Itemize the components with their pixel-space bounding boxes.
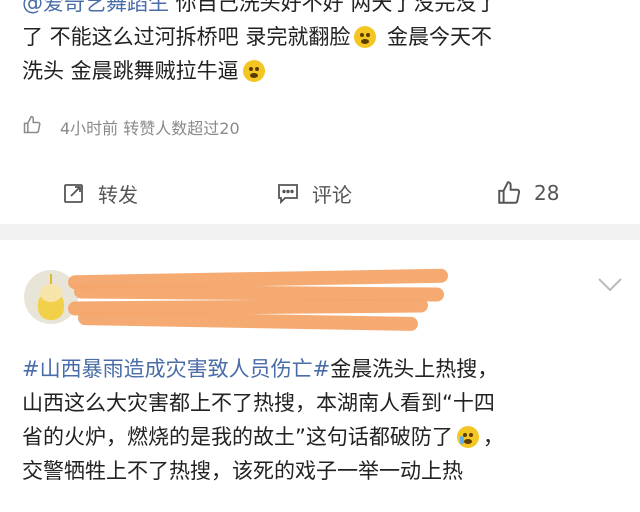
thumbs-up-icon	[498, 181, 521, 204]
post-text: 交警牺牲上不了热搜，该死的戏子一举一动上热	[22, 459, 463, 483]
redacted-username-scribble	[67, 268, 468, 332]
comment-meta: 4小时前 转赞人数超过20	[22, 112, 240, 142]
comment-text: 洗头 金晨跳舞贼拉牛逼	[22, 59, 239, 83]
repost-icon	[64, 184, 83, 203]
scared-face-emoji-icon	[354, 26, 377, 48]
comment-text: 金晨今天不	[380, 25, 493, 49]
comment-text: 你自己洗头好不好 两天了没完没了	[169, 0, 498, 15]
user-mention-link[interactable]: @爱奇艺舞蹈生	[22, 0, 169, 15]
section-divider	[0, 224, 640, 240]
comment-icon	[278, 184, 298, 205]
comment-text: 了 不能这么过河拆桥吧 录完就翻脸	[22, 25, 351, 49]
post-text: 金晨洗头上热搜，	[330, 357, 499, 381]
post-text: 省的火炉，燃烧的是我的故土”这句话都破防了	[22, 425, 453, 449]
thumbs-up-icon[interactable]	[22, 115, 42, 139]
hashtag-link[interactable]: #山西暴雨造成灾害致人员伤亡#	[22, 357, 330, 381]
comment-label: 评论	[312, 182, 352, 207]
post-body: #山西暴雨造成灾害致人员伤亡#金晨洗头上热搜， 山西这么大灾害都上不了热搜，本湖…	[22, 357, 504, 483]
post-text: 山西这么大灾害都上不了热搜，本湖南人看到“十四	[22, 391, 495, 415]
repost-button[interactable]: 转发	[62, 179, 138, 208]
scared-face-emoji-icon	[242, 60, 265, 82]
crying-face-emoji-icon	[456, 426, 479, 448]
comment-button[interactable]: 评论	[276, 179, 352, 208]
comment-body-1: @爱奇艺舞蹈生 你自己洗头好不好 两天了没完没了 了 不能这么过河拆桥吧 录完就…	[22, 0, 622, 88]
weibo-post: #山西暴雨造成灾害致人员伤亡#金晨洗头上热搜， 山西这么大灾害都上不了热搜，本湖…	[0, 240, 640, 512]
timestamp-and-stats: 4小时前 转赞人数超过20	[60, 119, 240, 138]
action-bar: 转发 评论 28	[0, 170, 640, 216]
comment-post-1: @爱奇艺舞蹈生 你自己洗头好不好 两天了没完没了 了 不能这么过河拆桥吧 录完就…	[0, 0, 640, 232]
like-button[interactable]: 28	[496, 180, 559, 206]
chevron-down-icon[interactable]	[596, 276, 624, 298]
repost-label: 转发	[98, 182, 138, 207]
like-count: 28	[534, 181, 560, 205]
